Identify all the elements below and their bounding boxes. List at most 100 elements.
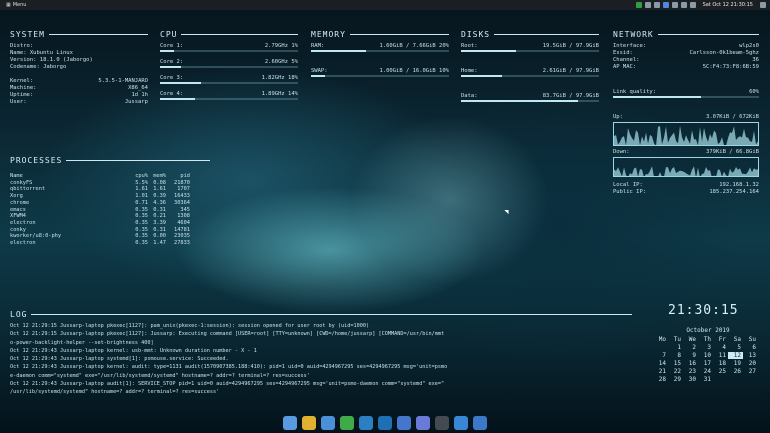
dock [271,413,499,433]
battery-icon[interactable] [680,2,687,8]
disk-item-row: Root: 19.5GiB / 97.9GiB [461,43,599,49]
settings-icon[interactable] [397,416,411,430]
disk-item: Data: 83.7GiB / 97.9GiB [461,93,599,102]
process-row: XFWM4 0.35 0.21 1308 [10,213,210,220]
process-cell: conky [10,226,26,233]
calendar-day: 10 [703,352,711,359]
window-list-icon[interactable] [644,2,651,8]
vscode-icon[interactable] [378,416,392,430]
calendar-weekday: Tu [673,336,681,343]
process-cell: XFWM4 [10,213,26,220]
calendar-day: 20 [748,360,756,367]
mail-icon[interactable] [321,416,335,430]
network-icon[interactable] [454,416,468,430]
system-title: SYSTEM [10,30,148,39]
system-info-value: 5.3.5-1-MANJARO [98,78,148,84]
calendar-month: October 2019 [686,327,730,334]
process-cell: 0.21 [153,213,166,220]
network-info-row: Interface: wlp2s0 [613,43,759,50]
code-icon[interactable] [359,416,373,430]
menu-button[interactable]: ▦ Menu [0,2,32,8]
network-info-key: Interface: [613,43,647,49]
vpn-icon[interactable] [635,2,642,8]
cpu-core: Core 2: 2.60GHz 5% [160,59,298,68]
process-cell: Xorg [10,193,23,200]
network-icon[interactable] [662,2,669,8]
network-info-row: Channel: 36 [613,57,759,64]
calendar-day: 5 [737,344,741,351]
network-info-key: Essid: [613,50,633,56]
calendar-day: 11 [718,352,726,359]
calendar-day: 29 [673,376,681,383]
process-cell: 1308 [177,213,190,220]
calendar-day [743,376,758,383]
calendar-day: 27 [748,368,756,375]
calendar-day: 2 [692,344,696,351]
log-line: o-power-backlight-helper --set-brightnes… [10,339,154,346]
process-row: electron 0.35 1.47 27833 [10,240,210,247]
process-cell: 30364 [174,199,190,206]
log-line: Oct 12 21:29:15 Jussarp-laptop pkexec[11… [10,323,370,329]
workspace-icon[interactable] [653,2,660,8]
power-icon[interactable] [760,2,766,8]
process-row: conkyFS 5.5% 0.08 21870 [10,180,210,187]
cpu-core-bar [160,50,298,52]
cpu-core-bar-fill [160,50,174,52]
files-icon[interactable] [283,416,297,430]
calendar-day: 13 [748,352,756,359]
disk-usage: Root: 19.5GiB / 97.9GiB Home: 2.61GiB / 97.… [461,43,599,118]
terminal-icon[interactable] [435,416,449,430]
cpu-core-value: 2.79GHz 1% [264,43,298,49]
cpu-core-label: Core 1: [160,43,184,49]
cpu-core-bar-fill [160,82,202,84]
ip-info: Local IP: 192.168.1.32 Public IP: 185.237.… [613,182,759,195]
gmail-icon[interactable] [416,416,430,430]
disk-item-label: Home: [461,68,478,74]
disk-item-value: 2.61GiB / 97.9GiB [542,68,599,74]
network-info-value: wlp2s0 [739,43,759,49]
calendar-day: 6 [752,344,756,351]
memory-item-label: RAM: [311,43,325,49]
keyboard-icon[interactable] [473,416,487,430]
calendar-day: 26 [733,368,741,375]
memory-item: RAM: 1.60GiB / 7.66GiB 20% [311,43,449,52]
calendar-day: 3 [707,344,711,351]
calendar: October 2019 Mo Tu We Th Fr Sa Su 1 2 3 4 5 6 7 8 9 10 11… [653,327,763,383]
disk-item-value: 19.5GiB / 97.9GiB [542,43,599,49]
calendar-day: 8 [677,352,681,359]
cpu-core-row: Core 2: 2.60GHz 5% [160,59,298,65]
panel-clock[interactable]: Sat Oct 12 21:30:15 [699,2,757,8]
disk-item-bar [461,100,599,102]
chrome-icon[interactable] [302,416,316,430]
process-header-cell: Name [10,173,23,179]
calendar-weekday: Sa [733,336,741,343]
libreoffice-icon[interactable] [340,416,354,430]
network-info: Interface: wlp2s0 Essid: Carlsson-0k1beam-5… [613,43,759,71]
download-graph [613,157,759,177]
calendar-day: 14 [658,360,666,367]
cpu-core-value: 2.60GHz 5% [264,59,298,65]
network-info-row: AP MAC: 5C:F4:73:F8:6B:59 [613,64,759,71]
process-cell: 0.35 [135,226,148,233]
calendar-day: 18 [718,360,726,367]
log-line: Oct 12 21:29:43 Jussarp-laptop audit[1]:… [10,381,445,388]
cpu-core-row: Core 4: 1.89GHz 14% [160,91,298,97]
system-info-row: Uptime: 1d 1h [10,92,148,99]
process-cell: 21870 [174,179,190,186]
notification-icon[interactable] [689,2,696,8]
log-line: Oct 12 21:29:43 Jussarp-laptop systemd[1… [10,356,229,363]
calendar-day: 21 [658,368,666,375]
calendar-weekday: We [688,336,696,343]
process-cell: 345 [180,206,190,213]
process-cell: 1707 [177,186,190,193]
process-cell: 0.00 [153,233,166,240]
process-cell: electron [10,219,36,226]
volume-icon[interactable] [671,2,678,8]
memory-item-bar [311,50,449,52]
calendar-day: 19 [733,360,741,367]
disk-item: Root: 19.5GiB / 97.9GiB [461,43,599,52]
menu-icon: ▦ [6,2,11,8]
mouse-cursor-icon [504,207,511,215]
process-header-cell: mem% [153,173,166,179]
cpu-core-label: Core 4: [160,91,184,97]
